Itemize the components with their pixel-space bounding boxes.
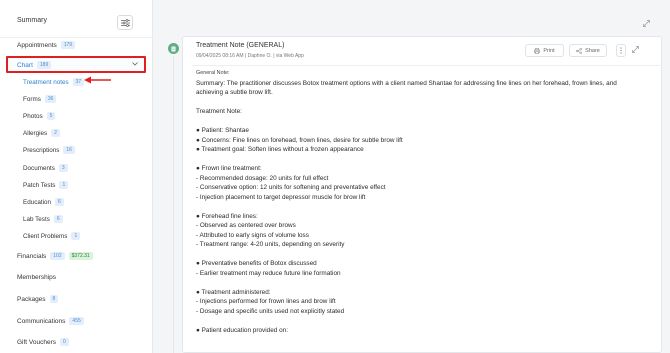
expand-note-icon[interactable] <box>632 46 639 53</box>
sidebar-header: Summary <box>0 0 153 38</box>
print-button[interactable]: Print <box>525 44 564 57</box>
count-badge: 2 <box>51 129 60 137</box>
chart-label-wrap: Chart 189 <box>17 61 52 69</box>
share-label: Share <box>585 47 600 54</box>
nav-memberships[interactable]: Memberships <box>17 274 56 281</box>
note-section-education: ● Patient education provided on: <box>196 326 288 334</box>
nav-label: Communications <box>17 317 66 325</box>
nav-label: Forms <box>23 95 41 103</box>
nav-label: Chart <box>17 61 33 69</box>
nav-allergies[interactable]: Allergies 2 <box>23 129 60 137</box>
sidebar: Summary Appointments 179 Chart 189 Treat… <box>0 0 153 353</box>
nav-label: Documents <box>23 164 55 172</box>
count-badge: 189 <box>36 61 52 69</box>
sidebar-title: Summary <box>17 17 47 24</box>
nav-label: Education <box>23 198 52 206</box>
nav-lab-tests[interactable]: Lab Tests 6 <box>23 215 63 223</box>
nav-education[interactable]: Education 6 <box>23 198 64 206</box>
treatment-note-card: Treatment Note (GENERAL) 09/04/2025 08:1… <box>162 32 670 353</box>
count-badge: 6 <box>53 215 63 223</box>
note-meta: 09/04/2025 08:16 AM | Daphne O. | via We… <box>196 53 304 59</box>
nav-label: Client Problems <box>23 232 68 240</box>
nav-forms[interactable]: Forms 36 <box>23 95 57 103</box>
timeline-line <box>173 56 174 353</box>
nav-label: Gift Vouchers <box>17 338 57 346</box>
count-badge: 36 <box>44 95 57 103</box>
note-type-avatar <box>168 43 179 54</box>
nav-packages[interactable]: Packages 8 <box>17 295 59 303</box>
sliders-icon <box>121 19 130 27</box>
nav-appointments[interactable]: Appointments 179 <box>17 41 76 49</box>
main-content: Treatment Note (GENERAL) 09/04/2025 08:1… <box>153 0 670 353</box>
general-note-label: General Note: <box>196 70 230 76</box>
share-icon <box>576 47 583 54</box>
amount-badge: $372.31 <box>68 252 93 260</box>
arrow-annotation-icon <box>84 76 111 84</box>
nav-treatment-notes[interactable]: Treatment notes 37 <box>23 78 85 86</box>
nav-gift-vouchers[interactable]: Gift Vouchers 0 <box>17 338 69 346</box>
nav-patch-tests[interactable]: Patch Tests 1 <box>23 181 69 189</box>
count-badge: 0 <box>60 338 69 346</box>
count-badge: 3 <box>58 164 68 172</box>
nav-label: Photos <box>23 112 43 120</box>
more-vertical-icon <box>620 47 622 54</box>
document-icon <box>171 46 176 51</box>
nav-communications[interactable]: Communications 455 <box>17 317 84 325</box>
count-badge: 6 <box>55 198 64 206</box>
note-section-administered: ● Treatment administered: - Injections p… <box>196 288 345 315</box>
note-section-forehead: ● Forehead fine lines: - Observed as cen… <box>196 212 345 249</box>
count-badge: 1 <box>59 181 69 189</box>
nav-label: Allergies <box>23 129 48 137</box>
note-body: General Note: Summary: The practitioner … <box>196 69 636 335</box>
count-badge: 455 <box>69 317 84 325</box>
count-badge: 5 <box>46 112 56 120</box>
note-section-preventative: ● Preventative benefits of Botox discuss… <box>196 260 341 277</box>
nav-label: Packages <box>17 295 46 303</box>
print-label: Print <box>543 47 555 54</box>
nav-prescriptions[interactable]: Prescriptions 16 <box>23 146 75 154</box>
count-badge: 37 <box>72 78 85 86</box>
count-badge: 8 <box>49 295 59 303</box>
nav-label: Memberships <box>17 274 57 281</box>
more-options-button[interactable] <box>616 44 626 57</box>
count-badge: 179 <box>60 41 76 49</box>
share-button[interactable]: Share <box>569 44 607 57</box>
nav-photos[interactable]: Photos 5 <box>23 112 56 120</box>
chevron-down-icon <box>132 62 138 66</box>
nav-client-problems[interactable]: Client Problems 1 <box>23 232 81 240</box>
filter-button[interactable] <box>117 15 133 30</box>
note-title: Treatment Note (GENERAL) <box>196 42 285 49</box>
note-heading: Treatment Note: <box>196 108 242 115</box>
nav-documents[interactable]: Documents 3 <box>23 164 68 172</box>
count-badge: 16 <box>63 146 75 154</box>
count-badge: 1 <box>71 232 81 240</box>
printer-icon <box>534 47 541 54</box>
nav-financials[interactable]: Financials 102 $372.31 <box>17 252 93 260</box>
note-section-frown: ● Frown line treatment: - Recommended do… <box>196 165 386 201</box>
expand-icon[interactable] <box>643 20 650 27</box>
note-section-patient: ● Patient: Shantae ● Concerns: Fine line… <box>196 127 403 153</box>
nav-label: Treatment notes <box>23 78 69 86</box>
header-divider <box>192 65 662 66</box>
nav-chart[interactable]: Chart 189 <box>6 56 146 73</box>
count-badge: 102 <box>50 252 65 260</box>
nav-label: Prescriptions <box>23 146 60 154</box>
nav-label: Appointments <box>17 41 57 49</box>
note-summary: Summary: The practitioner discusses Boto… <box>196 79 617 97</box>
nav-label: Financials <box>17 252 47 260</box>
nav-label: Lab Tests <box>23 215 50 223</box>
nav-label: Patch Tests <box>23 181 56 189</box>
